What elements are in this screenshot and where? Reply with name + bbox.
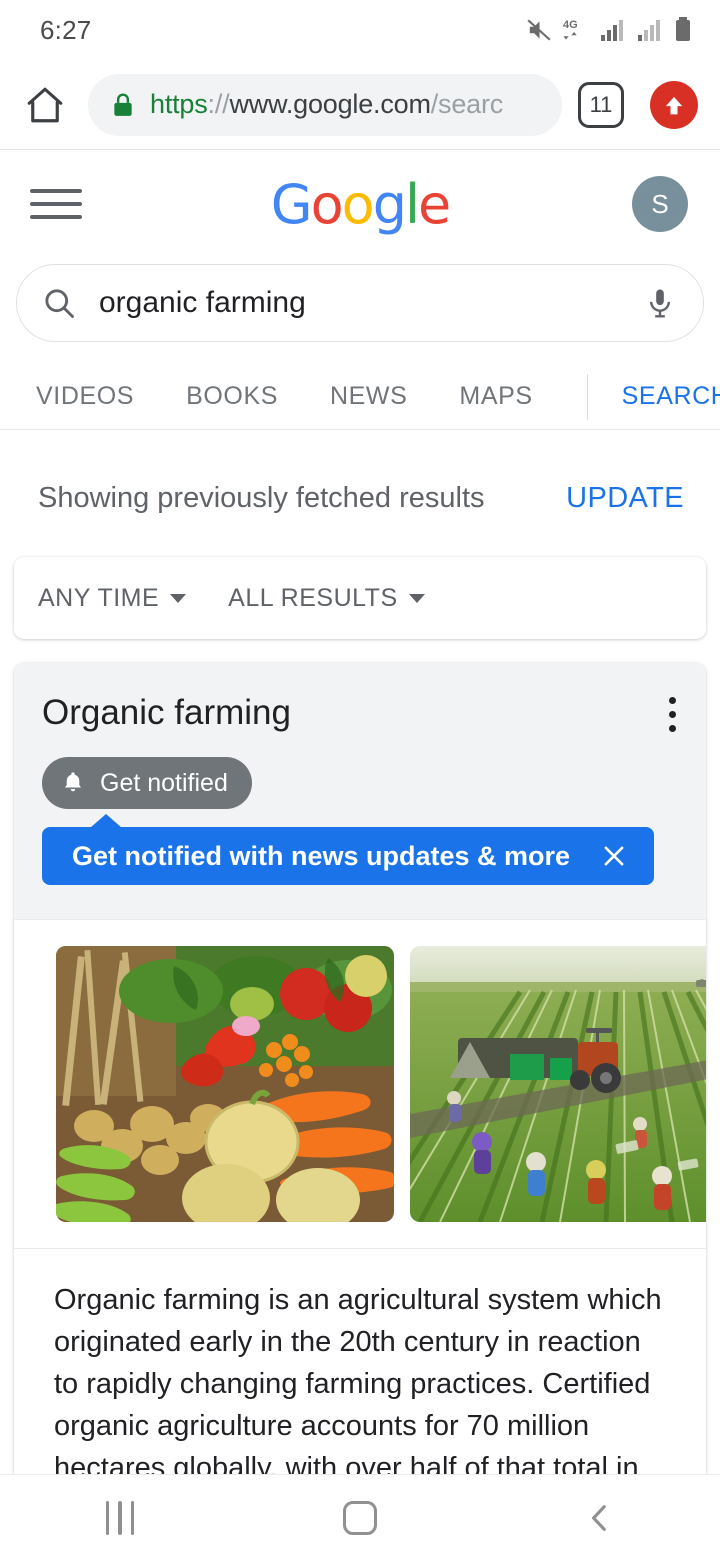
- notify-tooltip-text: Get notified with news updates & more: [72, 840, 571, 871]
- notify-tooltip: Get notified with news updates & more: [42, 827, 655, 885]
- hamburger-menu-icon[interactable]: [30, 189, 82, 219]
- close-icon[interactable]: [600, 842, 628, 870]
- url-scheme: https: [150, 89, 208, 119]
- google-logo: Google: [0, 173, 720, 236]
- filter-any-time[interactable]: ANY TIME: [38, 583, 187, 613]
- url-host: www.google.com: [229, 89, 431, 119]
- logo-letter-l: l: [404, 172, 420, 236]
- home-icon: [27, 87, 63, 122]
- android-nav-bar: [0, 1474, 720, 1560]
- browser-home-button[interactable]: [14, 84, 76, 126]
- filter-any-time-label: ANY TIME: [38, 583, 160, 612]
- status-bar: 6:27 4G: [0, 0, 720, 60]
- filter-all-results[interactable]: ALL RESULTS: [228, 583, 425, 613]
- mute-icon: [527, 19, 551, 41]
- tab-counter-button[interactable]: 11: [578, 81, 624, 128]
- tab-divider: [586, 373, 588, 420]
- microphone-icon[interactable]: [643, 286, 677, 320]
- browser-toolbar: https://www.google.com/searc 11: [0, 60, 720, 150]
- status-icon-group: 4G: [526, 16, 692, 44]
- status-clock: 6:27: [40, 14, 92, 45]
- search-area: organic farming: [0, 258, 720, 342]
- url-separator: ://: [207, 89, 230, 119]
- lock-icon: [110, 92, 136, 118]
- get-notified-button[interactable]: Get notified: [42, 757, 252, 809]
- back-icon: [592, 1504, 606, 1531]
- recents-icon: [105, 1500, 135, 1535]
- tab-maps[interactable]: MAPS: [459, 382, 532, 411]
- knowledge-panel: Organic farming Get notified Get notifie…: [14, 663, 706, 1560]
- battery-icon: [676, 17, 690, 41]
- tab-news[interactable]: NEWS: [330, 382, 407, 411]
- cached-results-notice: Showing previously fetched results UPDAT…: [0, 432, 720, 557]
- nav-back-button[interactable]: [540, 1475, 660, 1560]
- url-text: https://www.google.com/searc: [150, 89, 503, 120]
- notify-tooltip-wrapper: Get notified with news updates & more: [42, 814, 678, 885]
- avatar-letter: S: [651, 188, 669, 219]
- google-header: Google S: [0, 150, 720, 258]
- chevron-down-icon: [170, 593, 187, 603]
- logo-letter-g1: G: [270, 172, 313, 236]
- tooltip-arrow: [90, 814, 122, 828]
- home-icon: [343, 1500, 377, 1535]
- url-path: /searc: [430, 89, 504, 119]
- search-input[interactable]: organic farming: [16, 264, 704, 342]
- knowledge-panel-image-1[interactable]: [56, 946, 394, 1222]
- filter-all-results-label: ALL RESULTS: [228, 583, 398, 612]
- knowledge-panel-image-2[interactable]: [410, 946, 706, 1222]
- get-notified-label: Get notified: [100, 768, 228, 797]
- bell-icon: [60, 770, 86, 796]
- svg-text:4G: 4G: [563, 19, 578, 31]
- logo-letter-e: e: [418, 172, 451, 236]
- tab-books[interactable]: BOOKS: [186, 382, 278, 411]
- avatar[interactable]: S: [632, 176, 688, 232]
- 4g-data-icon: 4G: [563, 19, 578, 40]
- nav-home-button[interactable]: [300, 1475, 420, 1560]
- search-query-text: organic farming: [99, 286, 306, 319]
- logo-letter-g2: g: [372, 172, 407, 236]
- knowledge-panel-images: [14, 919, 706, 1248]
- logo-letter-o1: o: [310, 172, 344, 236]
- tab-search-tools[interactable]: SEARCH TOOLS: [622, 382, 720, 411]
- phone-screen: 6:27 4G https://www.google.com/searc 11 …: [0, 0, 720, 1560]
- signal-bars-2: [638, 20, 660, 41]
- signal-bars-1: [601, 20, 623, 41]
- browser-upload-button[interactable]: [650, 80, 698, 129]
- logo-letter-o2: o: [341, 172, 375, 236]
- search-icon: [45, 289, 74, 318]
- filter-bar: ANY TIME ALL RESULTS: [14, 557, 706, 639]
- url-bar[interactable]: https://www.google.com/searc: [88, 73, 562, 136]
- page-title: Organic farming: [42, 693, 291, 732]
- nav-recents-button[interactable]: [60, 1475, 180, 1560]
- tab-videos[interactable]: VIDEOS: [36, 382, 134, 411]
- cached-results-message: Showing previously fetched results: [38, 482, 485, 514]
- tab-count-label: 11: [589, 91, 613, 117]
- chevron-down-icon: [408, 593, 425, 603]
- knowledge-panel-header: Organic farming Get notified Get notifie…: [14, 663, 706, 919]
- results-content: Showing previously fetched results UPDAT…: [0, 430, 720, 1560]
- update-button[interactable]: UPDATE: [566, 482, 684, 515]
- upload-arrow-icon: [665, 96, 683, 114]
- search-tab-strip: VIDEOS BOOKS NEWS MAPS SEARCH TOOLS: [0, 364, 720, 430]
- kebab-menu-icon[interactable]: [669, 697, 676, 732]
